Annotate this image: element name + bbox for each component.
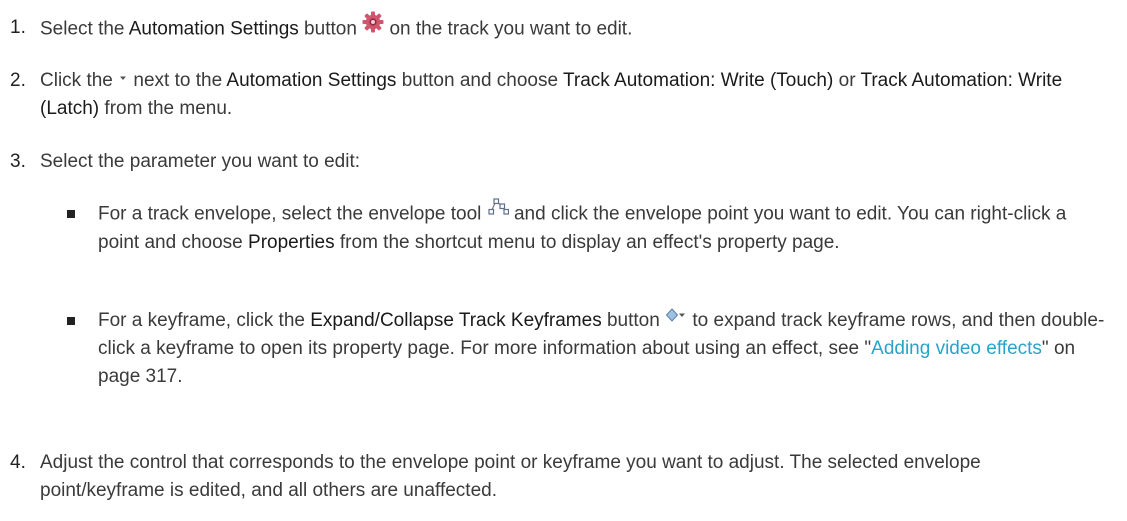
step-2: 2. Click the next to the Automation Sett…: [10, 67, 1107, 123]
step-1: 1. Select the Automation Settings button…: [10, 11, 1107, 45]
step-text: Adjust the control that corresponds to t…: [40, 452, 981, 501]
step-number: 2.: [10, 70, 26, 91]
step-4: 4. Adjust the control that corresponds t…: [10, 449, 1107, 505]
ui-term: Track Automation: Write (Latch): [40, 70, 1063, 120]
cross-reference-link[interactable]: Adding video effects: [871, 338, 1042, 359]
step-text: Select the parameter you want to edit:: [40, 151, 361, 172]
gear-icon: [362, 11, 384, 42]
bullet-text: For a track envelope, select the envelop…: [98, 197, 1107, 257]
step-number: 3.: [10, 151, 26, 172]
envelope-tool-icon: [487, 197, 509, 226]
bullet-item: For a keyframe, click the Expand/Collaps…: [67, 307, 1107, 391]
bullet-marker: [67, 317, 75, 325]
small-arrow-down-icon: [118, 64, 128, 92]
step-text: Click the next to the Automation Setting…: [40, 67, 1107, 123]
step-number: 1.: [10, 17, 26, 38]
expand-keyframes-icon: [665, 304, 687, 332]
ui-term: Track Automation: Write (Touch): [563, 70, 834, 92]
ui-term: Expand/Collapse Track Keyframes: [310, 310, 602, 332]
ui-term: Properties: [248, 232, 335, 253]
step-3: 3. Select the parameter you want to edit…: [10, 148, 1107, 176]
bullet-marker: [67, 210, 75, 218]
ui-term: Automation Settings: [128, 18, 299, 40]
ui-term: Automation Settings: [226, 70, 397, 92]
step-text: Select the Automation Settings button on…: [40, 11, 1107, 45]
bullet-text: For a keyframe, click the Expand/Collaps…: [98, 307, 1107, 391]
step-number: 4.: [10, 452, 26, 473]
bullet-item: For a track envelope, select the envelop…: [67, 197, 1107, 257]
